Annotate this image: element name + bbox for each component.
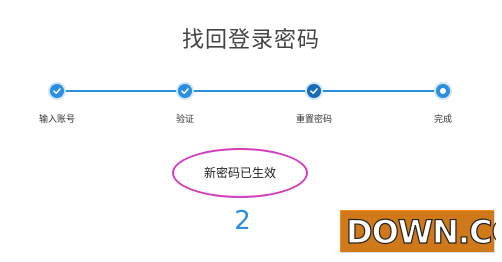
progress-stepper: 输入账号 验证 重置密码 完成 (0, 76, 502, 126)
status-message: 新密码已生效 (203, 166, 276, 180)
password-recovery-page: 找回登录密码 输入账号 验证 重置密码 完成 新密码已生效 2 DOWN.CC (0, 0, 502, 262)
step-label-verify: 验证 (175, 115, 195, 125)
step-2-check-icon (178, 84, 192, 98)
step-3-check-icon (307, 84, 321, 98)
current-step-dot (440, 88, 446, 94)
step-1-check-icon (50, 84, 64, 98)
progress-track (57, 90, 443, 92)
down-cc-watermark-logo: DOWN.CC (338, 208, 496, 254)
status-message-box: 新密码已生效 (172, 148, 308, 198)
page-title: 找回登录密码 (181, 28, 320, 53)
step-label-account: 输入账号 (38, 115, 76, 125)
step-4-current-icon (436, 84, 450, 98)
step-label-complete: 完成 (433, 115, 453, 125)
svg-text:DOWN.CC: DOWN.CC (346, 213, 496, 251)
step-label-reset: 重置密码 (295, 115, 333, 125)
